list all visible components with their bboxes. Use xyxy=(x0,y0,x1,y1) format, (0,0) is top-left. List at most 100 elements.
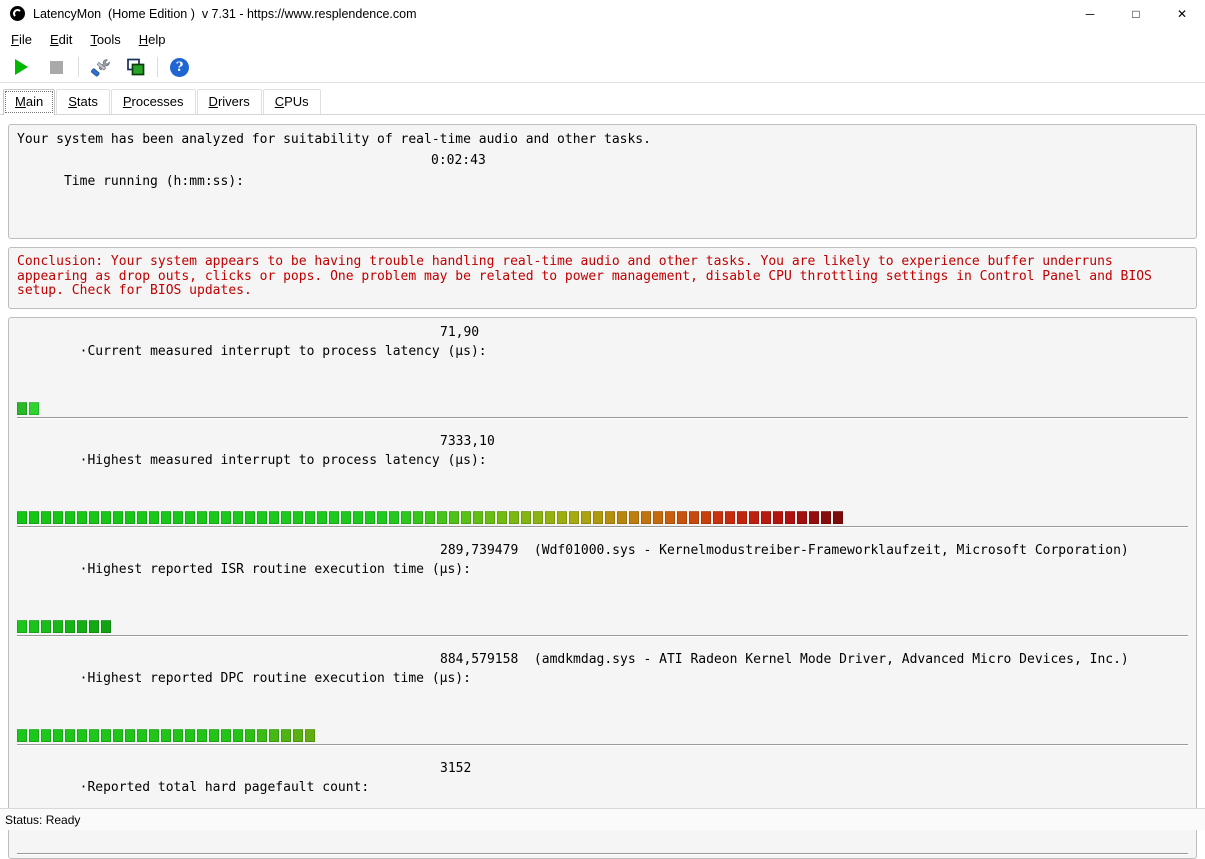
tab-stats-accel: S xyxy=(68,94,77,109)
conclusion-text: Conclusion: Your system appears to be ha… xyxy=(17,255,1188,299)
copy-report-icon xyxy=(125,57,146,78)
progress-block xyxy=(53,620,63,633)
progress-block xyxy=(29,620,39,633)
tab-processes-label: rocesses xyxy=(132,94,184,109)
progress-bar xyxy=(17,402,1188,423)
progress-block xyxy=(761,511,771,524)
metric-isr-time: ·Highest reported ISR routine execution … xyxy=(17,541,1188,641)
metric-value: 3152 xyxy=(440,759,471,778)
menubar: File Edit Tools Help xyxy=(0,27,1205,52)
window-controls: ─ □ ✕ xyxy=(1067,0,1205,27)
tab-bar: Main Stats Processes Drivers CPUs xyxy=(0,88,1205,115)
progress-bar-blocks xyxy=(17,729,1188,742)
progress-block xyxy=(281,511,291,524)
tab-stats[interactable]: Stats xyxy=(56,89,110,114)
tab-stats-label: tats xyxy=(77,94,98,109)
progress-block xyxy=(89,511,99,524)
progress-block xyxy=(149,729,159,742)
metric-row: ·Highest reported ISR routine execution … xyxy=(17,541,1188,617)
status-bar: Status: Ready xyxy=(0,808,1205,830)
progress-block xyxy=(689,511,699,524)
start-monitor-button[interactable] xyxy=(8,55,35,80)
status-text: Status: Ready xyxy=(5,813,80,827)
progress-block xyxy=(161,511,171,524)
progress-block xyxy=(473,511,483,524)
tab-cpus-label: PUs xyxy=(284,94,309,109)
progress-block xyxy=(557,511,567,524)
minimize-button[interactable]: ─ xyxy=(1067,0,1113,27)
metric-label: ·Reported total hard pagefault count: xyxy=(80,780,370,795)
progress-block xyxy=(413,511,423,524)
tab-main[interactable]: Main xyxy=(3,89,55,115)
progress-block xyxy=(17,511,27,524)
progress-block xyxy=(701,511,711,524)
menu-file[interactable]: File xyxy=(2,29,41,50)
progress-block xyxy=(641,511,651,524)
progress-bar xyxy=(17,729,1188,750)
titlebar[interactable]: LatencyMon (Home Edition ) v 7.31 - http… xyxy=(0,0,1205,27)
progress-block xyxy=(65,511,75,524)
progress-block xyxy=(533,511,543,524)
progress-block xyxy=(353,511,363,524)
stop-monitor-button[interactable] xyxy=(43,55,70,80)
tools-icon xyxy=(90,57,112,78)
copy-report-button[interactable] xyxy=(122,55,149,80)
progress-block xyxy=(581,511,591,524)
progress-block xyxy=(833,511,843,524)
progress-block xyxy=(77,620,87,633)
menu-help-accel: H xyxy=(139,32,148,47)
progress-block xyxy=(257,729,267,742)
progress-block xyxy=(29,511,39,524)
progress-block xyxy=(149,511,159,524)
maximize-button[interactable]: □ xyxy=(1113,0,1159,27)
menu-tools[interactable]: Tools xyxy=(81,29,129,50)
progress-block xyxy=(269,729,279,742)
progress-block xyxy=(293,729,303,742)
stop-icon xyxy=(50,61,63,74)
options-button[interactable] xyxy=(87,55,114,80)
tab-main-accel: M xyxy=(15,94,26,109)
progress-block xyxy=(233,511,243,524)
help-icon: ? xyxy=(170,58,189,77)
time-running-row: Time running (h:mm:ss): 0:02:43 xyxy=(17,150,1188,234)
menu-edit[interactable]: Edit xyxy=(41,29,81,50)
help-button[interactable]: ? xyxy=(166,55,193,80)
tab-processes[interactable]: Processes xyxy=(111,89,196,114)
progress-block xyxy=(509,511,519,524)
toolbar-separator xyxy=(157,57,158,77)
progress-block xyxy=(785,511,795,524)
progress-block xyxy=(365,511,375,524)
progress-block xyxy=(89,729,99,742)
metric-highest-latency: ·Highest measured interrupt to process l… xyxy=(17,432,1188,532)
tab-drivers-accel: D xyxy=(209,94,218,109)
progress-block xyxy=(173,511,183,524)
progress-bar-track xyxy=(17,417,1188,419)
progress-block xyxy=(809,511,819,524)
progress-block xyxy=(125,511,135,524)
tab-cpus[interactable]: CPUs xyxy=(263,89,321,114)
main-tab-content: Your system has been analyzed for suitab… xyxy=(0,115,1205,859)
close-button[interactable]: ✕ xyxy=(1159,0,1205,27)
progress-block xyxy=(497,511,507,524)
progress-block xyxy=(29,729,39,742)
progress-block xyxy=(329,511,339,524)
progress-bar-track xyxy=(17,853,1188,855)
progress-block xyxy=(317,511,327,524)
progress-block xyxy=(197,511,207,524)
analysis-panel: Your system has been analyzed for suitab… xyxy=(8,124,1197,239)
analysis-text: Your system has been analyzed for suitab… xyxy=(17,129,1188,150)
menu-edit-label: dit xyxy=(59,32,73,47)
progress-block xyxy=(257,511,267,524)
progress-block xyxy=(713,511,723,524)
tab-drivers[interactable]: Drivers xyxy=(197,89,262,114)
progress-block xyxy=(101,729,111,742)
progress-bar xyxy=(17,511,1188,532)
progress-block xyxy=(137,729,147,742)
metric-row: ·Current measured interrupt to process l… xyxy=(17,323,1188,399)
app-icon xyxy=(10,6,25,21)
progress-block xyxy=(269,511,279,524)
progress-block xyxy=(221,511,231,524)
progress-block xyxy=(113,511,123,524)
menu-help[interactable]: Help xyxy=(130,29,175,50)
progress-block xyxy=(305,511,315,524)
